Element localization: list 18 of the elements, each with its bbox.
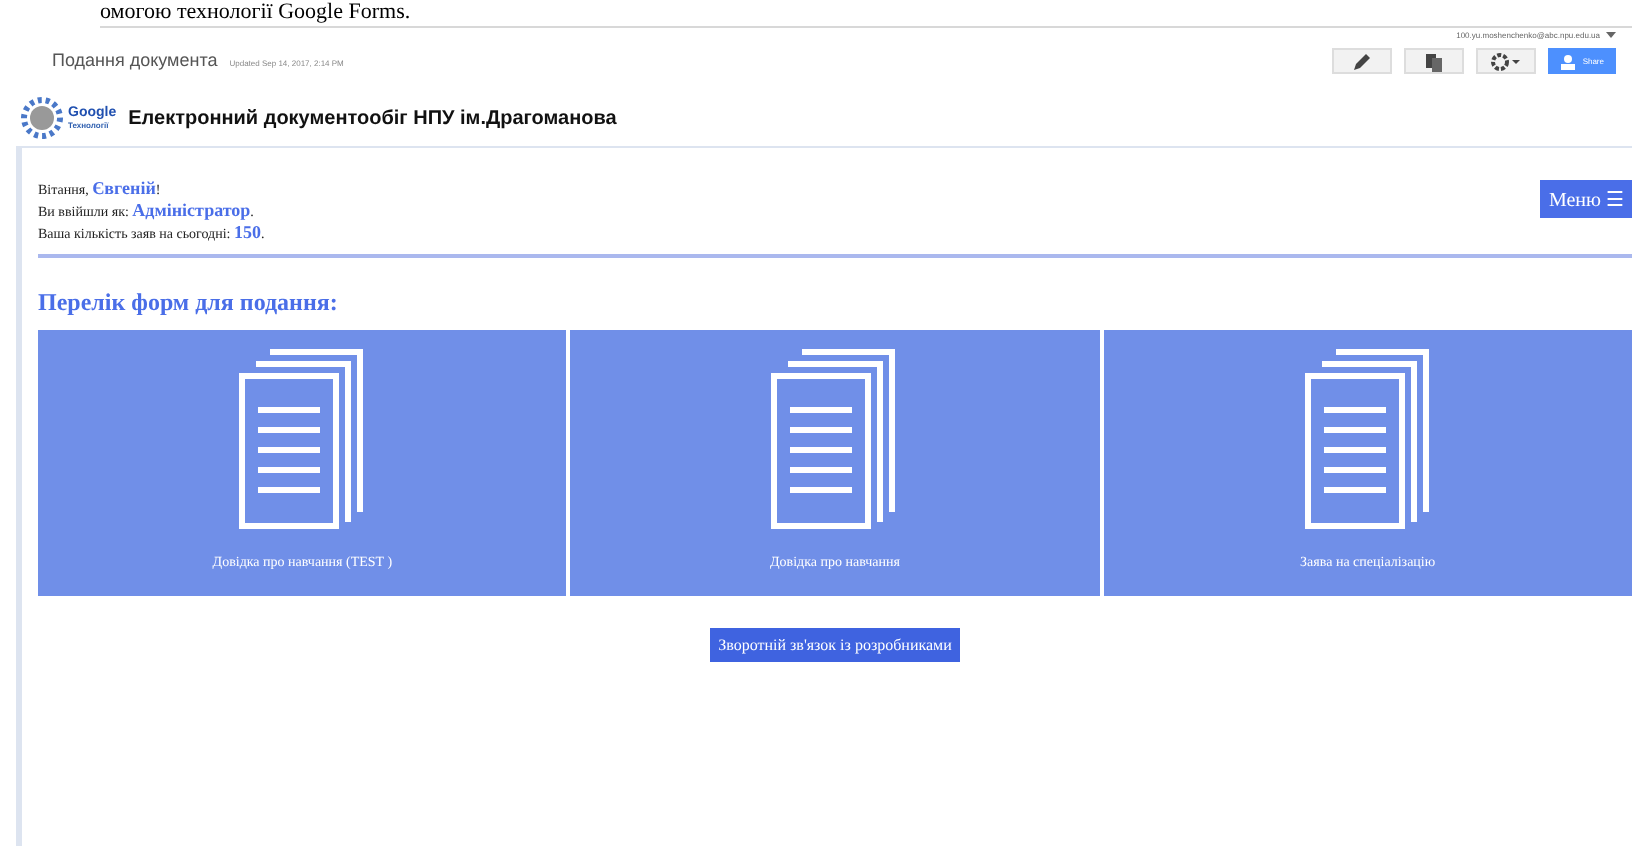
pencil-icon <box>1352 51 1373 71</box>
site-title: Електронний документообіг НПУ ім.Драгоманова <box>128 107 617 129</box>
site-name: Подання документа <box>52 50 218 70</box>
menu-button[interactable]: Меню ☰ <box>1540 180 1632 218</box>
documents-icon <box>770 346 899 530</box>
settings-button[interactable] <box>1476 48 1537 74</box>
documents-icon <box>1303 346 1432 530</box>
page-button[interactable] <box>1404 48 1465 74</box>
settings-icon <box>1490 51 1523 71</box>
gear-logo-icon <box>20 96 64 140</box>
document-text: омогою технології Google Forms. <box>100 0 1632 28</box>
edit-button[interactable] <box>1332 48 1393 74</box>
feedback-button[interactable]: Зворотній зв'язок із розробниками <box>710 628 960 662</box>
person-icon <box>1560 53 1577 69</box>
forms-heading: Перелік форм для подання: <box>38 288 340 318</box>
pages-icon <box>1424 51 1445 71</box>
caret-icon <box>1606 31 1616 39</box>
documents-icon <box>238 346 367 530</box>
